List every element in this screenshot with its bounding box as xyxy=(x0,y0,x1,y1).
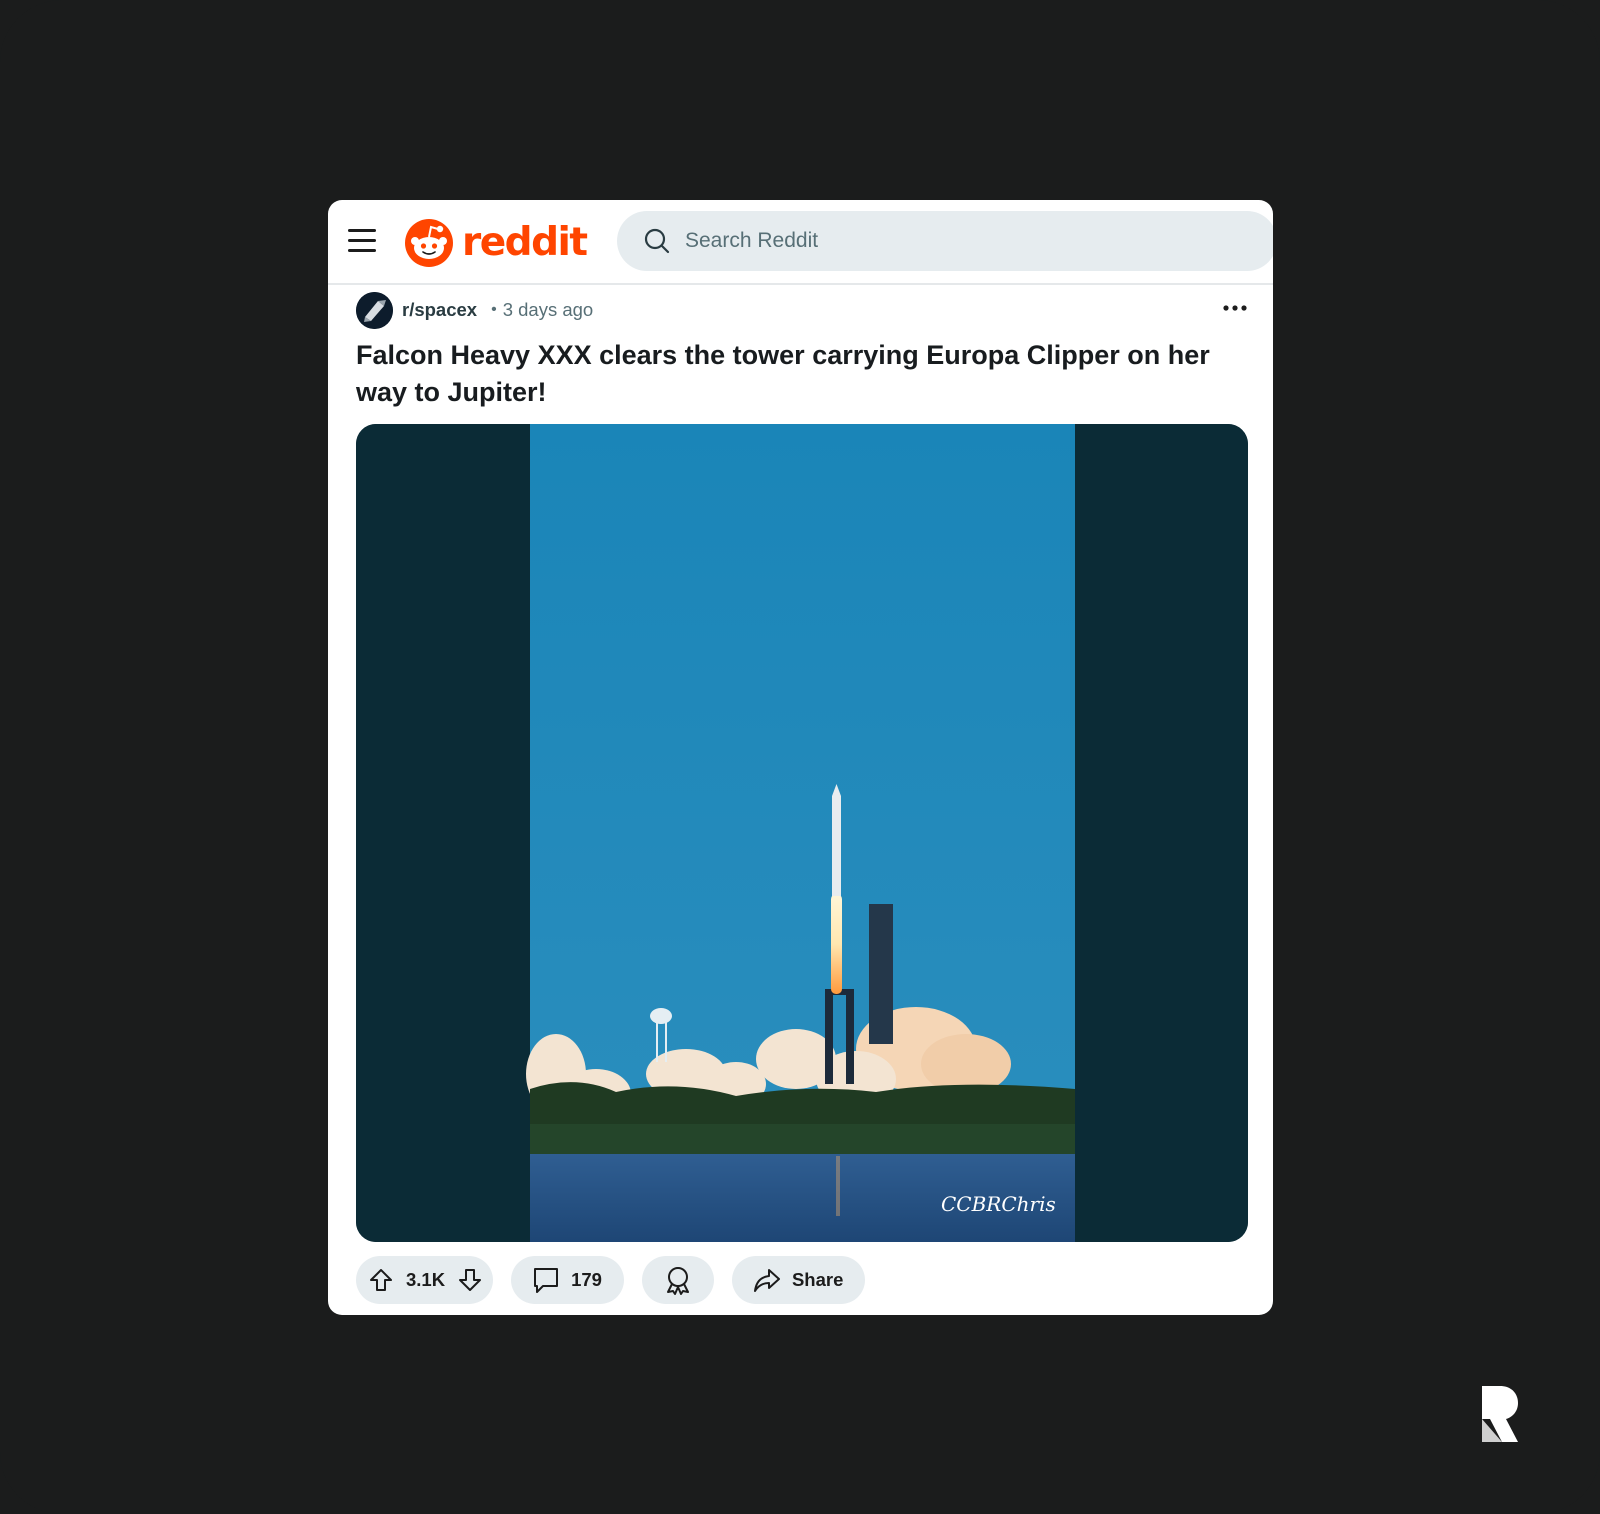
search-input[interactable] xyxy=(683,228,1187,254)
subreddit-avatar[interactable] xyxy=(356,291,393,329)
logo-wordmark: reddit xyxy=(462,219,588,265)
spacex-icon xyxy=(356,291,393,329)
post-actions-bar: 3.1K 179 Share xyxy=(356,1255,883,1305)
brand-logo-icon xyxy=(1482,1386,1518,1442)
comment-count: 179 xyxy=(571,1269,602,1290)
comments-button[interactable]: 179 xyxy=(511,1256,624,1304)
share-button[interactable]: Share xyxy=(731,1256,866,1304)
downvote-icon[interactable] xyxy=(457,1267,483,1293)
share-label: Share xyxy=(791,1269,844,1290)
image-watermark: CCBRChris xyxy=(941,1192,1056,1216)
menu-icon[interactable] xyxy=(348,229,378,253)
reddit-post-card: reddit r/spacex • 3 days ago Falcon Heav… xyxy=(328,200,1273,1315)
award-icon xyxy=(666,1267,689,1295)
rocket-launch-photo: CCBRChris xyxy=(356,424,1248,1242)
post-meta: r/spacex • 3 days ago xyxy=(356,291,593,329)
more-options-icon[interactable] xyxy=(1221,301,1249,315)
award-button[interactable] xyxy=(641,1256,714,1304)
meta-separator: • xyxy=(491,301,497,318)
comment-icon xyxy=(534,1268,559,1293)
share-icon xyxy=(753,1269,780,1292)
post-title[interactable]: Falcon Heavy XXX clears the tower carryi… xyxy=(356,337,1236,411)
search-bar[interactable] xyxy=(617,211,1273,271)
search-icon xyxy=(644,228,670,254)
vote-score: 3.1K xyxy=(406,1269,446,1290)
reddit-snoo-icon xyxy=(405,219,453,267)
upvote-icon[interactable] xyxy=(368,1267,394,1293)
subreddit-link[interactable]: r/spacex xyxy=(402,299,477,321)
top-navigation-bar: reddit xyxy=(328,200,1273,285)
post-timestamp: 3 days ago xyxy=(502,299,594,320)
post-image[interactable]: CCBRChris xyxy=(356,424,1248,1242)
vote-control: 3.1K xyxy=(356,1256,494,1304)
reddit-logo[interactable]: reddit xyxy=(404,216,588,268)
